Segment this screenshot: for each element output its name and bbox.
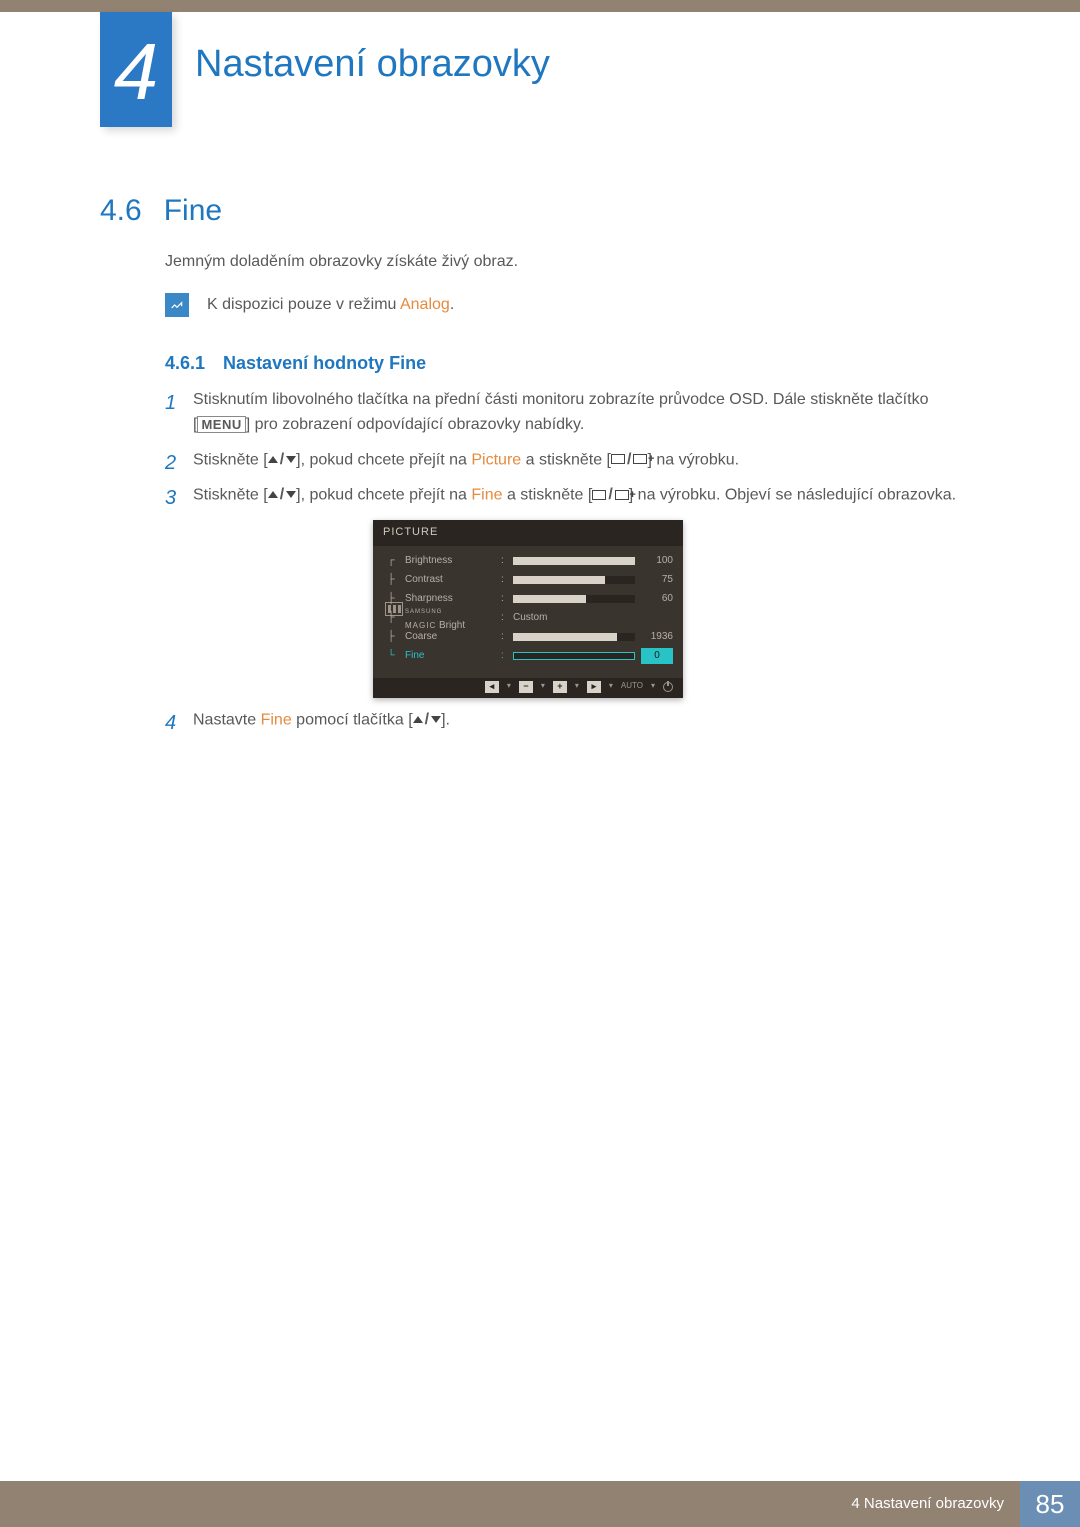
note-row: K dispozici pouze v režimu Analog. xyxy=(165,293,960,318)
osd-row-brightness: ┌Brightness: 100 xyxy=(383,552,673,571)
step-1: 1 Stisknutím libovolného tlačítka na pře… xyxy=(165,388,960,438)
note-icon xyxy=(165,293,189,317)
up-down-icon: / xyxy=(268,483,296,508)
osd-nav-power-icon xyxy=(663,682,673,692)
subsection-number: 4.6.1 xyxy=(165,350,205,378)
subsection-title: Nastavení hodnoty Fine xyxy=(223,350,426,378)
section-heading: 4.6 Fine xyxy=(100,188,222,235)
osd-row-coarse: ├Coarse: 1936 xyxy=(383,628,673,647)
osd-row-magic-bright: ├ SAMSUNG MAGIC Bright : Custom xyxy=(383,609,673,628)
chapter-number: 4 xyxy=(100,12,172,132)
intro-text: Jemným doladěním obrazovky získáte živý … xyxy=(165,250,960,275)
menu-button-label: MENU xyxy=(197,416,245,433)
section-title: Fine xyxy=(164,188,222,235)
subsection-heading: 4.6.1 Nastavení hodnoty Fine xyxy=(165,350,426,378)
osd-row-fine: └Fine: 0 xyxy=(383,647,673,666)
osd-nav-minus-icon: − xyxy=(519,681,533,693)
chapter-tab: 4 xyxy=(100,12,172,127)
up-down-icon: / xyxy=(413,708,441,733)
footer-bar: 4 Nastavení obrazovky 85 xyxy=(0,1481,1080,1527)
footer-chapter: 4 Nastavení obrazovky xyxy=(851,1492,1004,1515)
page-number: 85 xyxy=(1020,1481,1080,1527)
osd-nav-bar: ◂▾ −▾ +▾ ▸▾ AUTO▾ xyxy=(373,678,683,698)
osd-nav-auto: AUTO xyxy=(621,680,643,692)
osd-nav-plus-icon: + xyxy=(553,681,567,693)
section-number: 4.6 xyxy=(100,188,142,235)
step-2: 2 Stiskněte [/], pokud chcete přejít na … xyxy=(165,448,960,473)
osd-row-contrast: ├Contrast: 75 xyxy=(383,571,673,590)
up-down-icon: / xyxy=(268,448,296,473)
step-3: 3 Stiskněte [/], pokud chcete přejít na … xyxy=(165,483,960,697)
osd-title: PICTURE xyxy=(373,520,683,545)
enter-icon: / xyxy=(592,483,628,508)
note-text: K dispozici pouze v režimu Analog. xyxy=(207,293,454,318)
osd-screenshot: PICTURE ┌Brightness: 100 ├Contrast: 75 ├… xyxy=(373,520,683,697)
chapter-title: Nastavení obrazovky xyxy=(195,35,550,94)
enter-icon: / xyxy=(611,448,647,473)
osd-nav-back-icon: ◂ xyxy=(485,681,499,693)
top-border xyxy=(0,0,1080,12)
steps-list: 1 Stisknutím libovolného tlačítka na pře… xyxy=(165,388,960,743)
osd-nav-play-icon: ▸ xyxy=(587,681,601,693)
step-4: 4 Nastavte Fine pomocí tlačítka [/]. xyxy=(165,708,960,733)
